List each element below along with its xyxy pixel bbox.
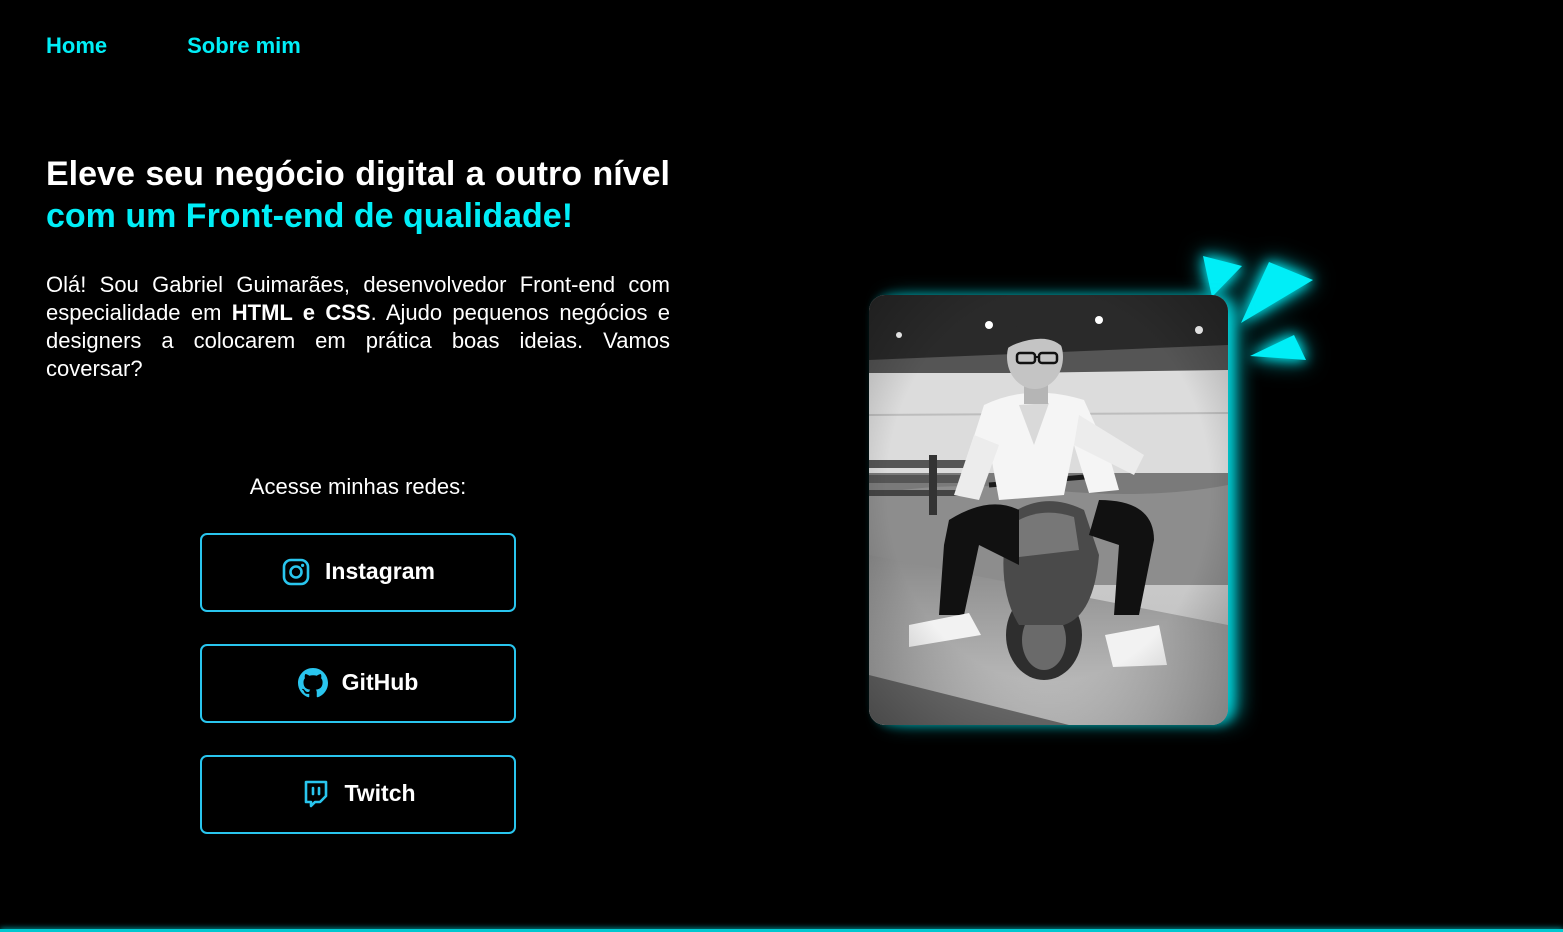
twitch-button[interactable]: Twitch [200, 755, 516, 834]
twitch-icon [300, 779, 330, 809]
hero-section: Eleve seu negócio digital a outro nível … [46, 153, 670, 383]
hero-title: Eleve seu negócio digital a outro nível … [46, 153, 670, 237]
page: Home Sobre mim Eleve seu negócio digital… [0, 0, 1563, 932]
profile-photo [869, 295, 1228, 725]
hero-title-main: Eleve seu negócio digital a outro nível [46, 155, 670, 193]
social-buttons: Instagram GitHub Twitch [200, 533, 516, 866]
social-title: Acesse minhas redes: [249, 474, 467, 499]
instagram-button[interactable]: Instagram [200, 533, 516, 612]
instagram-label: Instagram [325, 558, 435, 584]
hero-intro: Olá! Sou Gabriel Guimarães, desenvolvedo… [46, 271, 670, 383]
twitch-label: Twitch [344, 780, 416, 806]
nav-link-home[interactable]: Home [46, 32, 107, 60]
main-nav: Home Sobre mim [46, 32, 301, 60]
hero-intro-bold: HTML e CSS [231, 300, 371, 325]
github-button[interactable]: GitHub [200, 644, 516, 723]
hero-title-accent: com um Front-end de qualidade! [46, 197, 574, 235]
github-icon [297, 667, 328, 698]
nav-link-about[interactable]: Sobre mim [187, 32, 301, 60]
github-label: GitHub [341, 669, 419, 695]
instagram-icon [281, 557, 311, 587]
